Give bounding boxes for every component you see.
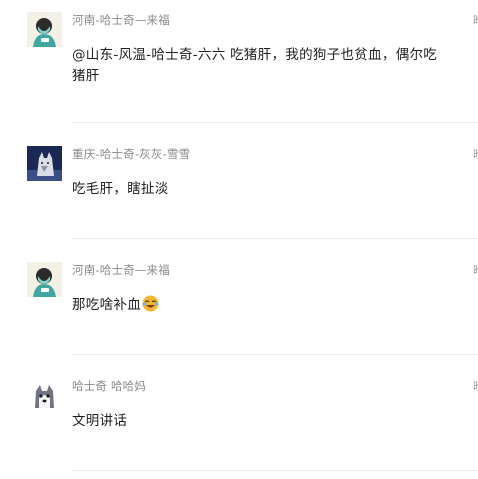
message-time: 昨 [473,262,478,278]
message-text: 文明讲话 [72,413,128,429]
message-divider [72,238,478,239]
message-text-content: 那吃啥补血 [72,297,141,313]
chat-message: 哈士奇 哈哈妈 昨 文明讲话 [0,366,478,479]
message-divider [72,354,478,355]
message-time: 昨 [473,12,478,28]
message-text: @山东-风温-哈士奇-六六 吃猪肝，我的狗子也贫血，偶尔吃猪肝 [72,47,438,84]
message-time: 昨 [473,146,478,162]
boy-avatar-icon[interactable] [27,262,62,297]
sender-name: 河南-哈士奇—来福 [72,13,170,27]
message-divider [72,122,478,123]
chat-message: 重庆-哈士奇-灰灰-雪雪 昨 吃毛肝，瞎扯淡 [0,134,478,250]
message-divider [72,470,478,471]
boy-avatar-icon[interactable] [27,12,62,47]
sender-name: 河南-哈士奇—来福 [72,263,170,277]
message-time: 昨 [473,378,478,394]
sender-name: 重庆-哈士奇-灰灰-雪雪 [72,147,191,161]
chat-message: 河南-哈士奇—来福 昨 @山东-风温-哈士奇-六六 吃猪肝，我的狗子也贫血，偶尔… [0,0,478,123]
husky-cartoon-avatar-icon[interactable] [27,378,62,413]
message-text: 吃毛肝，瞎扯淡 [72,181,169,197]
laughing-tears-emoji-icon [142,295,159,319]
chat-message-list: 河南-哈士奇—来福 昨 @山东-风温-哈士奇-六六 吃猪肝，我的狗子也贫血，偶尔… [0,0,478,479]
husky-photo-avatar-icon[interactable] [27,146,62,181]
chat-message: 河南-哈士奇—来福 昨 那吃啥补血 [0,250,478,366]
message-text: 那吃啥补血 [72,295,444,319]
sender-name: 哈士奇 哈哈妈 [72,379,147,393]
